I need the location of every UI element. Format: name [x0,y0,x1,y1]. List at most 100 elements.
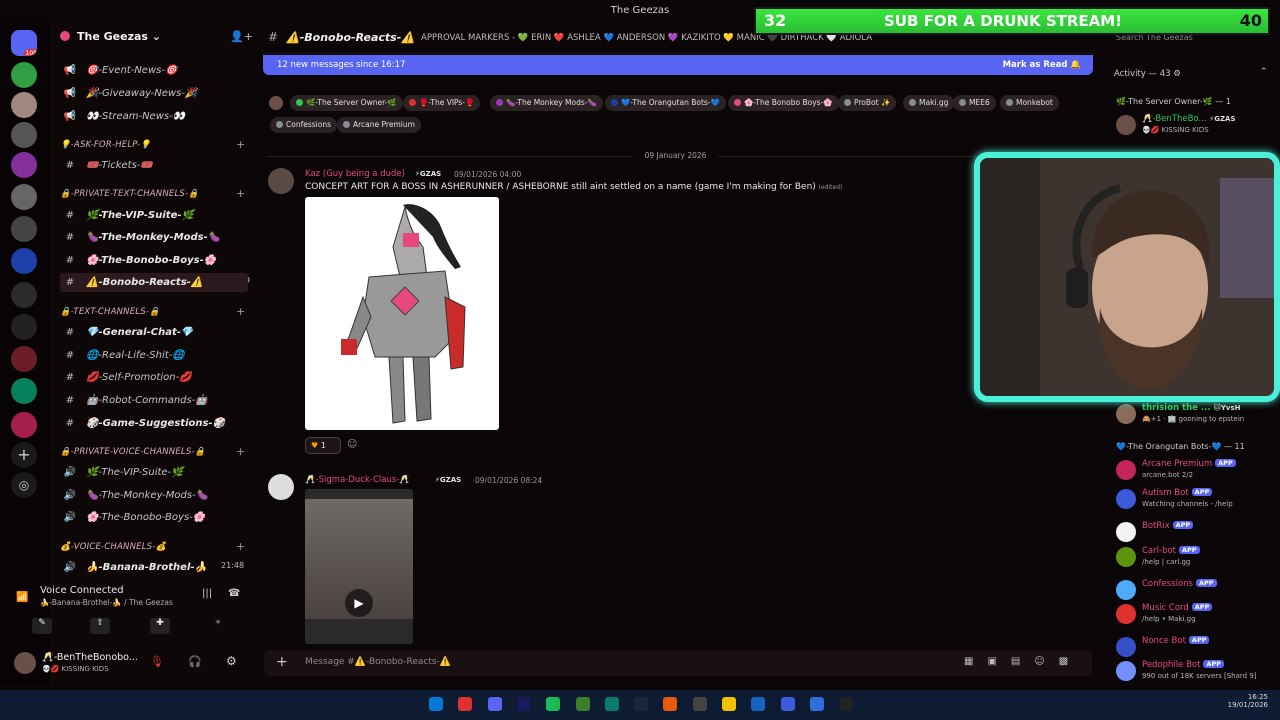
taskbar-app-icon[interactable] [692,697,707,711]
add-member-icon[interactable]: 👤+ [230,30,253,43]
taskbar-clock[interactable]: 16:25 19/01/2026 [1216,693,1268,709]
category-header[interactable]: 💡-ASK-FOR-HELP-💡 [60,140,151,150]
taskbar-app-icon[interactable] [516,697,531,711]
add-channel-icon[interactable]: + [236,305,245,318]
member-item[interactable]: Music Cord APP/help • Maki.gg [1116,602,1276,628]
server-icon[interactable] [11,152,37,178]
server-icon[interactable] [11,184,37,210]
new-messages-bar[interactable]: 12 new messages since 16:17 Mark as Read… [263,55,1093,75]
disconnect-icon[interactable]: ☎ [228,588,240,599]
add-channel-icon[interactable]: + [236,138,245,151]
taskbar-app-icon[interactable] [722,697,736,711]
taskbar-app-icon[interactable] [839,697,854,711]
role-pill[interactable]: ProBot ✨ [838,95,897,111]
taskbar-app-icon[interactable] [751,697,766,711]
mark-as-read-button[interactable]: Mark as Read 🔔 [1003,55,1081,75]
sidebar-channel[interactable]: 🔊 🌿-The-VIP-Suite-🌿 [60,463,248,482]
avatar[interactable] [268,474,294,500]
voice-status[interactable]: Voice Connected [40,585,124,596]
server-icon[interactable] [11,378,37,404]
taskbar-app-icon[interactable] [458,697,473,711]
server-icon[interactable] [11,282,37,308]
role-pill[interactable]: 💙-The Orangutan Bots-💙 [605,95,726,111]
image-attachment[interactable] [305,197,499,430]
sidebar-channel[interactable]: # ⚠️-Bonobo-Reacts-⚠️ [60,273,248,292]
add-channel-icon[interactable]: + [236,445,245,458]
attach-icon[interactable]: + [276,654,288,670]
dm-home-button[interactable]: 108 [11,30,37,56]
soundboard-button[interactable]: ✶ [208,618,228,634]
message-author[interactable]: 🥂-Sigma-Duck-Claus-🥂 [305,475,410,485]
member-item[interactable]: Confessions APP [1116,578,1276,604]
sidebar-channel[interactable]: 📢 👀-Stream-News-👀 [60,107,248,126]
member-item[interactable]: thrision the ... 🐱YvsH 🙈+1 · 🏢 gooning t… [1116,402,1276,428]
member-item[interactable]: Arcane Premium APP arcane.bot 2/2 [1116,458,1276,484]
server-icon[interactable] [11,314,37,340]
activities-button[interactable]: ✚ [150,618,170,634]
video-attachment[interactable]: ▶ [305,489,413,644]
role-pill[interactable]: Confessions [270,117,337,133]
category-header[interactable]: 🔒-PRIVATE-VOICE-CHANNELS-🔒 [60,447,206,457]
noise-suppression-icon[interactable]: ||| [202,588,212,599]
server-icon[interactable] [11,62,37,88]
sidebar-channel[interactable]: 📢 🎯-Event-News-🎯 [60,61,248,80]
play-icon[interactable]: ▶ [345,589,373,617]
sidebar-channel[interactable]: # 🌸-The-Bonobo-Boys-🌸 [60,251,248,270]
sidebar-channel[interactable]: # 🎲-Game-Suggestions-🎲 [60,414,248,433]
message-input[interactable]: Message #⚠️-Bonobo-Reacts-⚠️ [305,657,451,667]
member-item[interactable]: Pedophile Bot APP 990 out of 18K servers [… [1116,659,1276,685]
reaction-button[interactable]: ♥ 1 [305,437,341,454]
member-item[interactable]: Autism Bot APP Watching channels - /help [1116,487,1276,513]
add-reaction-icon[interactable]: ☺ [347,439,357,450]
role-pill[interactable]: 🌿-The Server Owner-🌿 [290,95,403,111]
sidebar-channel[interactable]: # 🍆-The-Monkey-Mods-🍆 [60,228,248,247]
avatar[interactable] [268,168,294,194]
taskbar-app-icon[interactable] [429,697,443,711]
category-header[interactable]: 🔒-TEXT-CHANNELS-🔒 [60,307,160,317]
role-pill[interactable]: 🥊-The VIPs-🥊 [403,95,481,111]
role-pill[interactable]: Maki.gg [903,95,955,111]
taskbar-app-icon[interactable] [575,697,590,711]
sidebar-channel[interactable]: 🔊 🍆-The-Monkey-Mods-🍆 [60,486,248,505]
member-item[interactable]: Carl-bot APP/help | carl.gg [1116,545,1276,571]
taskbar-app-icon[interactable] [663,697,678,711]
server-icon[interactable] [11,346,37,372]
server-icon[interactable] [11,92,37,118]
taskbar-app-icon[interactable] [809,697,824,711]
category-header[interactable]: 💰-VOICE-CHANNELS-💰 [60,542,166,552]
member-item[interactable]: 🥂-BenTheBo... ⚡GZAS 💀💋 KISSING KIDS [1116,113,1276,139]
discover-icon[interactable]: ◎ [11,472,37,498]
category-header[interactable]: 🔒-PRIVATE-TEXT-CHANNELS-🔒 [60,189,199,199]
user-settings-icon[interactable]: ⚙ [226,654,237,668]
sidebar-channel[interactable]: # 🎟️-Tickets-🎟️ [60,156,248,175]
taskbar-app-icon[interactable] [634,697,649,711]
sidebar-channel[interactable]: 🔊 🍌-Banana-Brothel-🍌 [60,558,248,577]
role-pill[interactable]: 🍆-The Monkey Mods-🍆 [490,95,603,111]
mute-icon[interactable]: 🎙 [150,655,164,668]
screen-share-button[interactable]: ⇪ [90,618,110,634]
deafen-icon[interactable]: 🎧 [188,655,202,668]
camera-button[interactable]: ✎ [32,618,52,634]
role-pill[interactable]: Arcane Premium [337,117,421,133]
role-pill[interactable]: Monkebot [1000,95,1059,111]
taskbar-app-icon[interactable] [546,697,561,711]
add-server-icon[interactable]: + [11,442,37,468]
server-icon[interactable] [11,412,37,438]
sidebar-channel[interactable]: # 💋-Self-Promotion-💋 [60,368,248,387]
message-author[interactable]: Kaz (Guy being a dude) [305,169,405,179]
add-channel-icon[interactable]: + [236,187,245,200]
collapse-icon[interactable]: ⌃ [1260,67,1268,77]
taskbar-app-icon[interactable] [780,697,795,711]
sidebar-channel[interactable]: 🔊 🌸-The-Bonobo-Boys-🌸 [60,508,248,527]
server-icon[interactable] [11,122,37,148]
avatar[interactable] [14,652,36,674]
server-icon[interactable] [11,248,37,274]
role-pill[interactable]: MEE6 [953,95,996,111]
sidebar-channel[interactable]: # 🌐-Real-Life-Shit-🌐 [60,346,248,365]
taskbar-app-icon[interactable] [604,697,619,711]
sidebar-channel[interactable]: # 🌿-The-VIP-Suite-🌿 [60,206,248,225]
server-icon[interactable] [11,216,37,242]
sidebar-channel[interactable]: 📢 🎉-Giveaway-News-🎉 [60,84,248,103]
server-name-button[interactable]: The Geezas ⌄ [77,30,161,43]
composer-tools[interactable]: ▦▣▤☺▩ [964,656,1082,667]
